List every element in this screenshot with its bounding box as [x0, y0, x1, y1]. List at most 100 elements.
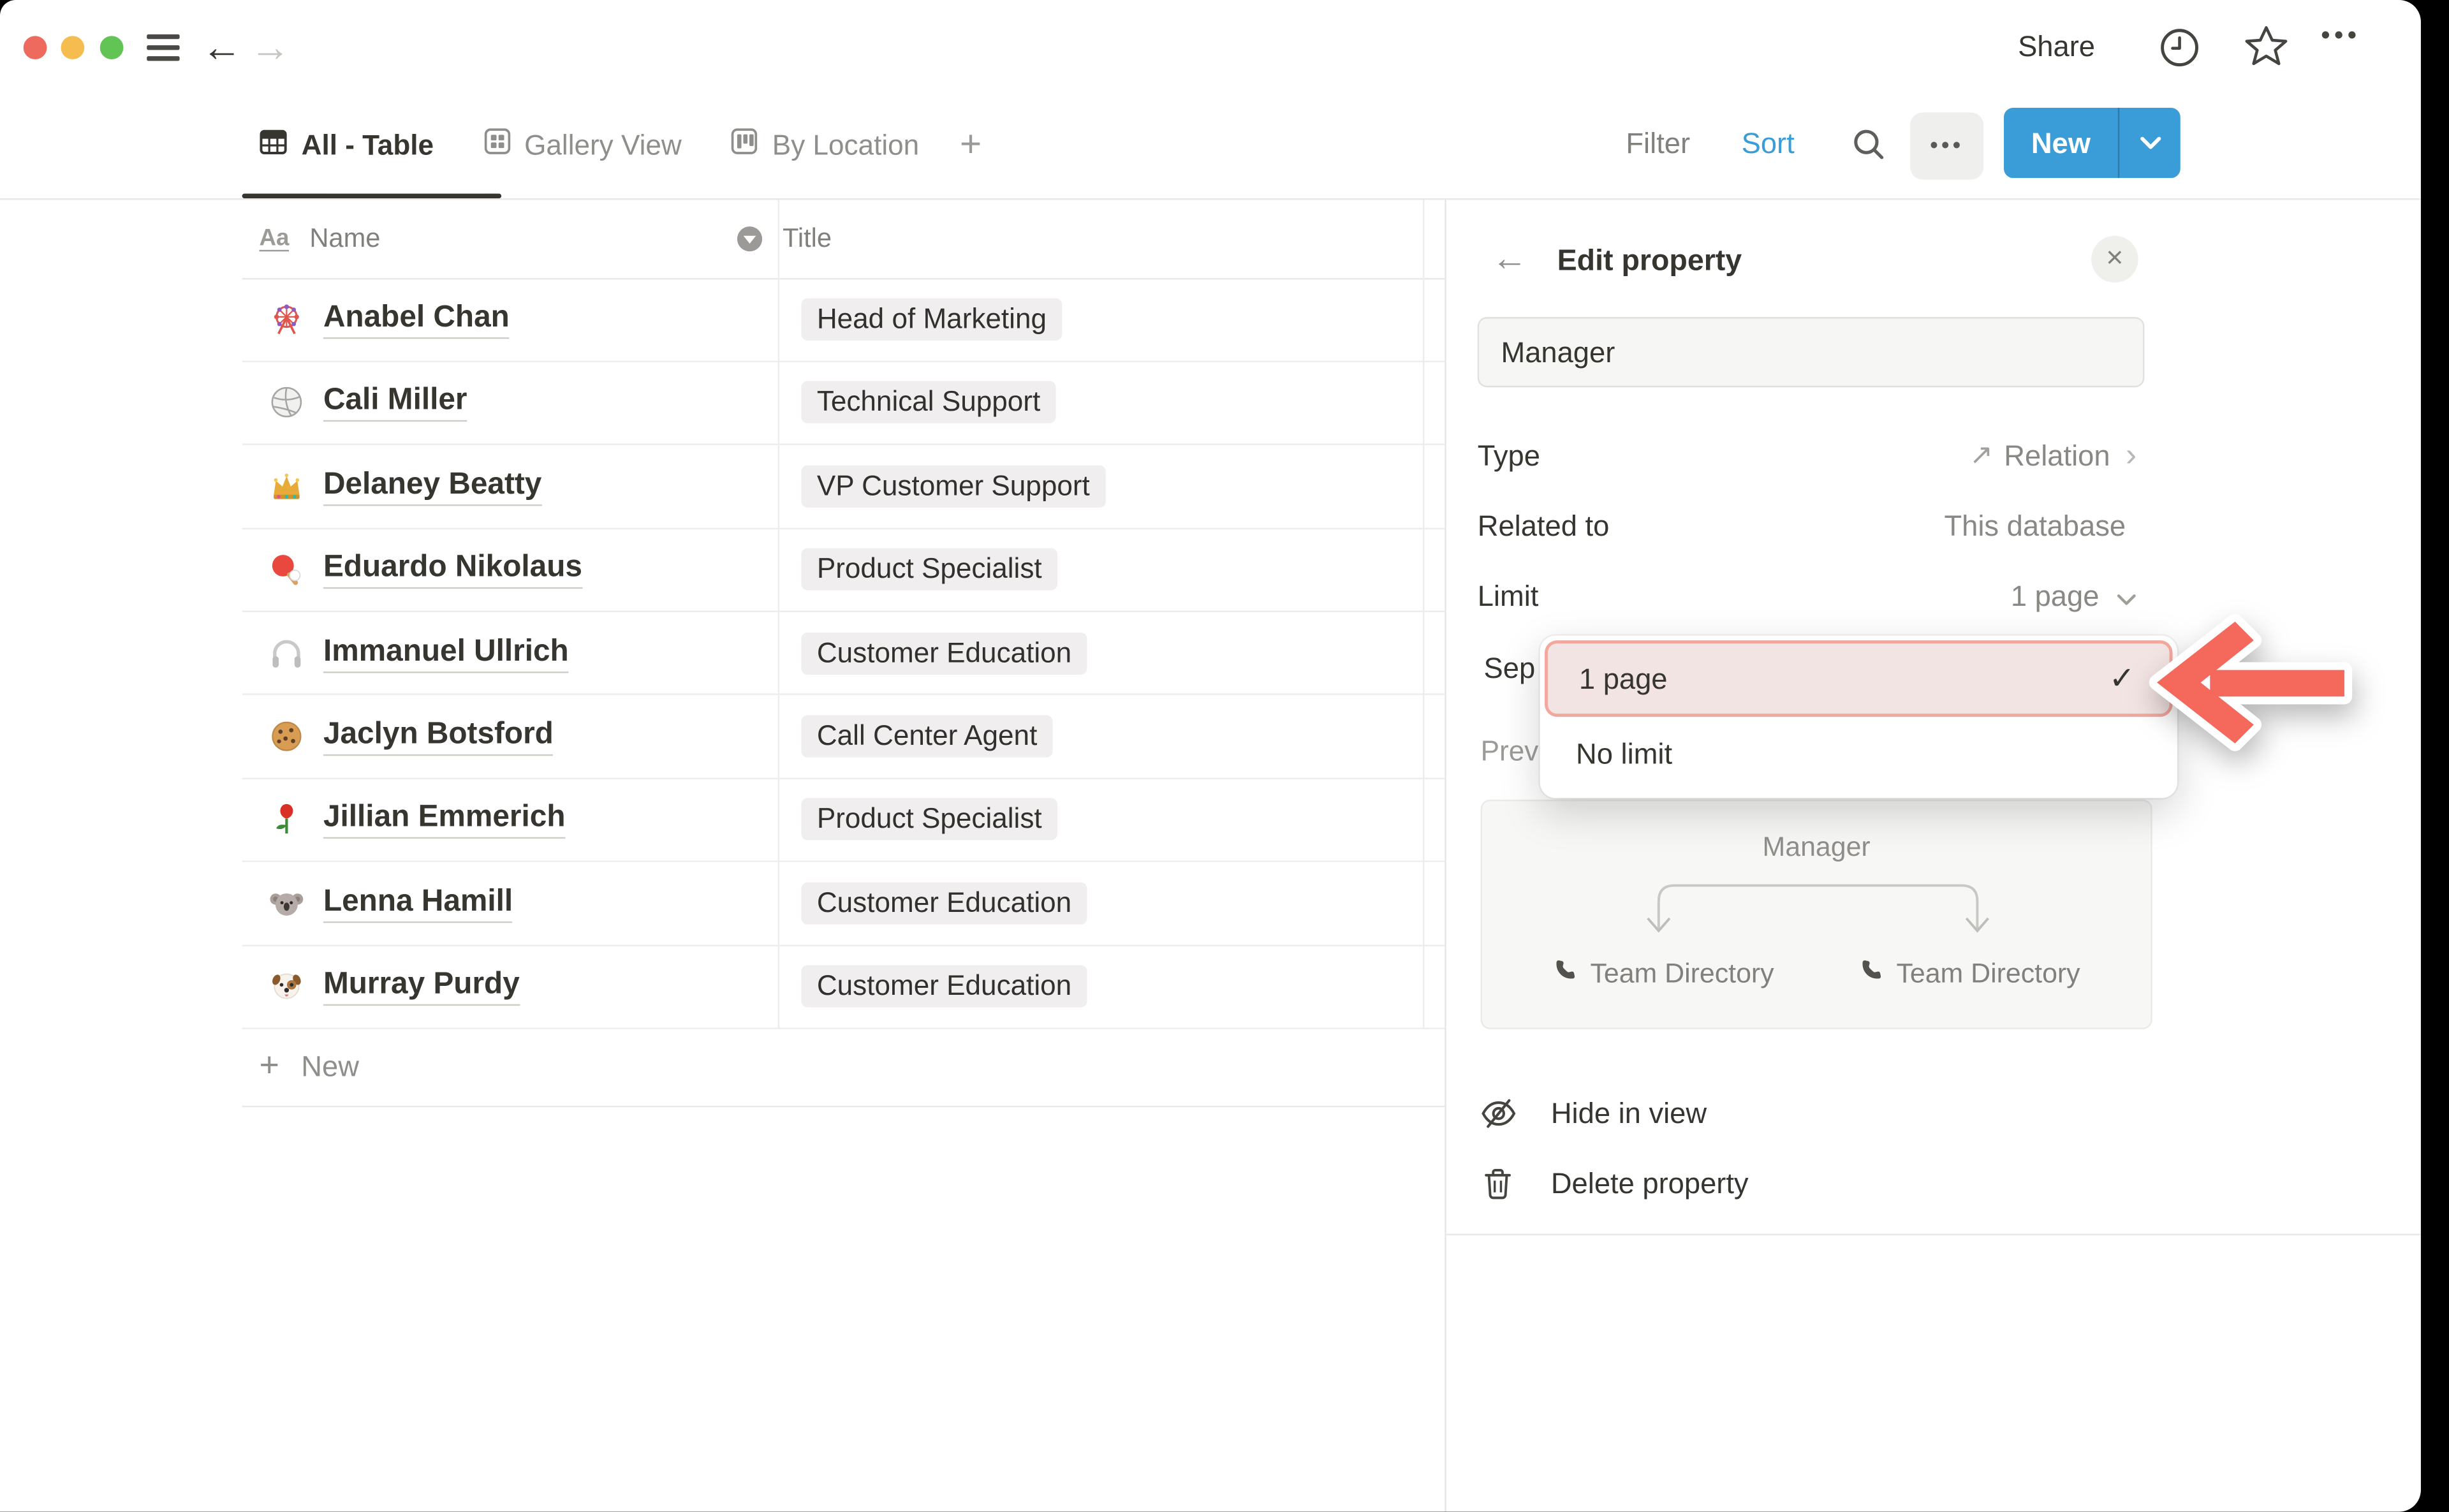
- board-icon: [732, 128, 758, 163]
- table-row[interactable]: Murray Purdy Customer Education: [242, 946, 1445, 1029]
- table-header: Aa Name Title: [242, 200, 1445, 279]
- title-pill[interactable]: Customer Education: [801, 965, 1087, 1008]
- table-icon: [260, 128, 288, 163]
- cookie-emoji-icon: [268, 719, 304, 754]
- relation-preview-card: Manager Team Directory Team Directory: [1481, 800, 2152, 1029]
- row-name-link[interactable]: Lenna Hamill: [323, 884, 513, 923]
- forward-button[interactable]: →: [250, 24, 291, 70]
- add-view-button[interactable]: +: [960, 123, 982, 167]
- new-button[interactable]: New: [2004, 108, 2181, 178]
- panel-actions: Hide in viewDelete property: [1478, 1078, 2134, 1218]
- sort-button[interactable]: Sort: [1742, 126, 1795, 161]
- title-pill[interactable]: Technical Support: [801, 382, 1055, 424]
- new-dropdown-chevron-icon[interactable]: [2119, 108, 2181, 178]
- volleyball-emoji-icon: [268, 385, 304, 421]
- row-name-link[interactable]: Eduardo Nikolaus: [323, 550, 582, 589]
- row-name-link[interactable]: Jillian Emmerich: [323, 800, 566, 839]
- minimize-window-button[interactable]: [61, 36, 85, 59]
- ping-pong-emoji-icon: [268, 552, 304, 587]
- select-property-icon: [737, 226, 762, 251]
- headphones-emoji-icon: [268, 635, 304, 671]
- row-name-link[interactable]: Murray Purdy: [323, 967, 520, 1006]
- annotation-arrow: [2146, 611, 2355, 767]
- crown-emoji-icon: [268, 468, 304, 504]
- koala-emoji-icon: [268, 885, 304, 921]
- new-row-button[interactable]: + New: [242, 1029, 1445, 1106]
- notion-window: ← → Share ••• All - Table Gallery View By …: [0, 0, 2421, 1512]
- tab-by-location[interactable]: By Location: [732, 128, 919, 163]
- plus-icon: +: [260, 1045, 279, 1086]
- delete-property-button[interactable]: Delete property: [1478, 1148, 2134, 1218]
- row-name-link[interactable]: Immanuel Ullrich: [323, 633, 569, 672]
- limit-option-1-page[interactable]: 1 page✓: [1545, 640, 2172, 717]
- more-options-icon[interactable]: •••: [2321, 20, 2360, 52]
- share-button[interactable]: Share: [2018, 30, 2095, 64]
- preview-label-clipped: Prev: [1481, 735, 1539, 768]
- limit-dropdown-menu: 1 page✓ No limit: [1540, 636, 2177, 798]
- trash-icon: [1478, 1166, 1519, 1200]
- relation-preview-target: Team Directory: [1553, 957, 1774, 990]
- table-row[interactable]: Eduardo Nikolaus Product Specialist: [242, 529, 1445, 612]
- property-name-input[interactable]: [1478, 317, 2145, 387]
- close-window-button[interactable]: [24, 36, 47, 59]
- updates-clock-icon[interactable]: [2158, 27, 2200, 77]
- new-button-label[interactable]: New: [2004, 108, 2118, 178]
- eye-off-icon: [1478, 1096, 1519, 1130]
- telephone-icon: [1859, 957, 1884, 990]
- filter-button[interactable]: Filter: [1626, 126, 1690, 161]
- chevron-right-icon: ›: [2126, 441, 2136, 469]
- table-row[interactable]: Jillian Emmerich Product Specialist: [242, 779, 1445, 862]
- title-pill[interactable]: Customer Education: [801, 632, 1087, 674]
- table-row[interactable]: Anabel Chan Head of Marketing: [242, 279, 1445, 362]
- telephone-icon: [1553, 957, 1578, 990]
- property-row-limit[interactable]: Limit 1 page: [1478, 561, 2136, 631]
- table-row[interactable]: Lenna Hamill Customer Education: [242, 862, 1445, 946]
- property-row-related-to[interactable]: Related to This database: [1478, 490, 2136, 561]
- ferris-wheel-emoji-icon: [268, 302, 304, 337]
- dog-emoji-icon: [268, 969, 304, 1004]
- table-body: Anabel Chan Head of Marketing Cali Mille…: [242, 279, 1445, 1029]
- database-options-button[interactable]: •••: [1910, 112, 1983, 179]
- sidebar-toggle-icon[interactable]: [147, 34, 179, 61]
- tab-all-table[interactable]: All - Table: [260, 128, 434, 163]
- limit-option-no-limit[interactable]: No limit: [1576, 737, 1672, 772]
- row-name-link[interactable]: Delaney Beatty: [323, 467, 541, 506]
- row-name-link[interactable]: Cali Miller: [323, 383, 467, 422]
- title-pill[interactable]: Head of Marketing: [801, 298, 1062, 341]
- property-rows: Type ↗Relation› Related to This database…: [1478, 420, 2136, 631]
- zoom-window-button[interactable]: [100, 36, 124, 59]
- panel-title: Edit property: [1557, 245, 1742, 279]
- title-pill[interactable]: Call Center Agent: [801, 716, 1053, 758]
- tab-gallery-view[interactable]: Gallery View: [483, 128, 681, 163]
- hide-in-view-button[interactable]: Hide in view: [1478, 1078, 2134, 1148]
- table-row[interactable]: Jaclyn Botsford Call Center Agent: [242, 696, 1445, 779]
- title-pill[interactable]: VP Customer Support: [801, 465, 1105, 507]
- title-pill[interactable]: Customer Education: [801, 882, 1087, 924]
- separate-directions-label-clipped: Sep: [1484, 651, 1536, 686]
- favorite-star-icon[interactable]: [2243, 24, 2290, 78]
- rose-emoji-icon: [268, 802, 304, 837]
- search-icon[interactable]: [1850, 125, 1888, 172]
- relation-preview-arrows: [1631, 870, 2006, 950]
- property-row-type[interactable]: Type ↗Relation›: [1478, 420, 2136, 490]
- relation-preview-target: Team Directory: [1859, 957, 2080, 990]
- relation-arrow-icon: ↗: [1969, 439, 1993, 471]
- relation-preview-source: Manager: [1482, 831, 2151, 863]
- column-header-title[interactable]: Title: [710, 223, 832, 254]
- row-name-link[interactable]: Jaclyn Botsford: [323, 717, 554, 756]
- gallery-icon: [483, 128, 510, 163]
- table-row[interactable]: Cali Miller Technical Support: [242, 362, 1445, 446]
- active-tab-underline: [242, 193, 502, 198]
- table-row[interactable]: Immanuel Ullrich Customer Education: [242, 612, 1445, 696]
- panel-close-icon[interactable]: ×: [2091, 236, 2138, 283]
- table-row[interactable]: Delaney Beatty VP Customer Support: [242, 445, 1445, 529]
- title-property-icon: Aa: [260, 226, 290, 251]
- chevron-down-icon: [2110, 578, 2137, 613]
- back-button[interactable]: ←: [202, 24, 242, 70]
- view-tabs: All - Table Gallery View By Location +: [260, 97, 982, 194]
- title-pill[interactable]: Product Specialist: [801, 548, 1057, 591]
- title-pill[interactable]: Product Specialist: [801, 798, 1057, 840]
- column-header-name[interactable]: Aa Name: [242, 223, 711, 254]
- row-name-link[interactable]: Anabel Chan: [323, 300, 510, 339]
- panel-back-icon[interactable]: ←: [1492, 237, 1527, 279]
